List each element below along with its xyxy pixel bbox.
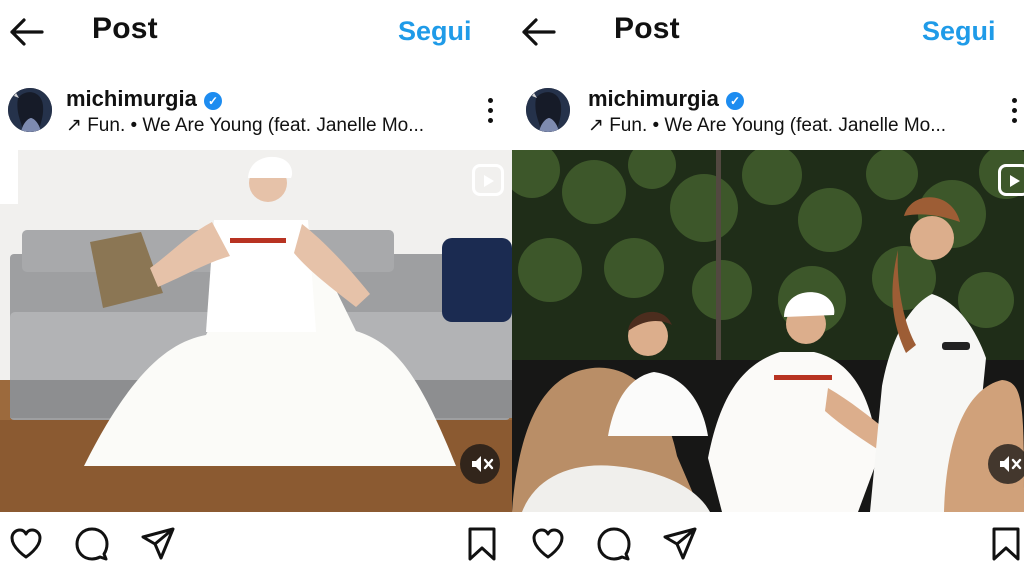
top-bar: Post Segui (0, 0, 512, 64)
verified-badge-icon: ✓ (726, 92, 744, 110)
back-arrow-icon[interactable] (8, 16, 44, 48)
heart-icon[interactable] (8, 526, 44, 562)
reels-icon (472, 164, 504, 196)
verified-badge-icon: ✓ (204, 92, 222, 110)
more-options-icon[interactable] (478, 96, 502, 128)
reels-icon (998, 164, 1024, 196)
post-image (512, 150, 1024, 512)
muted-audio-icon[interactable] (460, 444, 500, 484)
post-author: michimurgia ✓ ↗ Fun. • We Are Young (fea… (512, 80, 1024, 144)
music-attribution[interactable]: ↗ Fun. • We Are Young (feat. Janelle Mo.… (66, 114, 424, 137)
comment-icon[interactable] (74, 526, 110, 562)
share-icon[interactable] (662, 526, 698, 562)
comment-icon[interactable] (596, 526, 632, 562)
post-actions (512, 522, 1024, 568)
username[interactable]: michimurgia (66, 86, 197, 112)
heart-icon[interactable] (530, 526, 566, 562)
post-screen-right: Post Segui michimurgia ✓ ↗ Fun. • We Are… (512, 0, 1024, 576)
share-icon[interactable] (140, 526, 176, 562)
follow-button[interactable]: Segui (922, 16, 996, 47)
music-attribution[interactable]: ↗ Fun. • We Are Young (feat. Janelle Mo.… (588, 114, 946, 137)
post-screen-left: Post Segui michimurgia ✓ ↗ Fun. • We Are… (0, 0, 512, 576)
post-author: michimurgia ✓ ↗ Fun. • We Are Young (fea… (0, 80, 512, 144)
more-options-icon[interactable] (1002, 96, 1024, 128)
back-arrow-icon[interactable] (520, 16, 556, 48)
bookmark-icon[interactable] (988, 526, 1024, 562)
page-title: Post (614, 12, 680, 45)
follow-button[interactable]: Segui (398, 16, 472, 47)
username[interactable]: michimurgia (588, 86, 719, 112)
post-media[interactable] (0, 150, 512, 512)
bookmark-icon[interactable] (464, 526, 500, 562)
post-image (0, 150, 512, 512)
avatar[interactable] (526, 88, 570, 132)
post-actions (0, 522, 512, 568)
screenshot-comparison: Post Segui michimurgia ✓ ↗ Fun. • We Are… (0, 0, 1024, 576)
muted-audio-icon[interactable] (988, 444, 1024, 484)
top-bar: Post Segui (512, 0, 1024, 64)
avatar[interactable] (8, 88, 52, 132)
page-title: Post (92, 12, 158, 45)
post-media[interactable] (512, 150, 1024, 512)
